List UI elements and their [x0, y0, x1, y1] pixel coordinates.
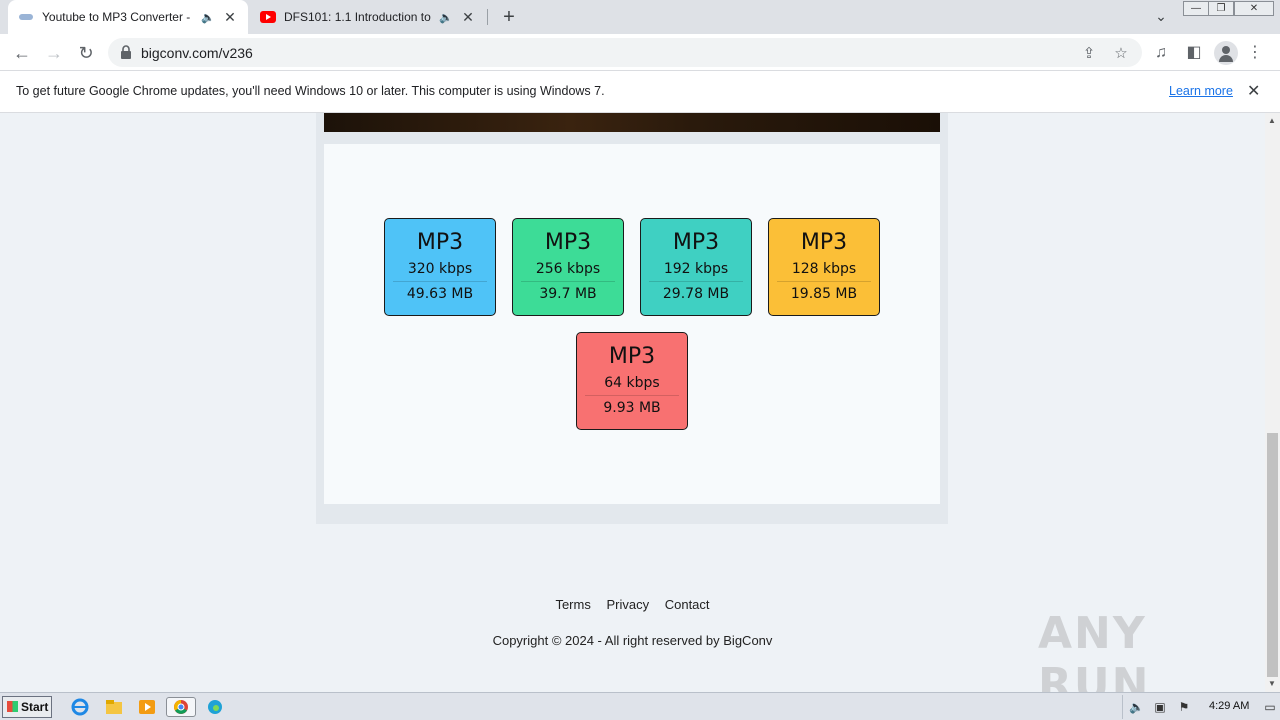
more-menu-icon[interactable]: ⋮	[1244, 42, 1266, 64]
scroll-down-icon[interactable]: ▼	[1268, 679, 1276, 688]
mp3-320-button[interactable]: MP3 320 kbps 49.63 MB	[384, 218, 496, 316]
format-name: MP3	[800, 230, 848, 255]
divider	[649, 281, 743, 282]
scrollbar-thumb[interactable]	[1267, 433, 1278, 677]
chrome-taskbar-icon[interactable]	[166, 697, 196, 717]
infobar-close-icon[interactable]: ✕	[1247, 81, 1260, 101]
divider	[393, 281, 487, 282]
learn-more-link[interactable]: Learn more	[1169, 84, 1233, 98]
tab-strip: Youtube to MP3 Converter - Fr 🔈 ✕ DFS101…	[0, 0, 1280, 34]
edge-icon[interactable]	[204, 697, 226, 717]
side-panel-icon[interactable]: ◧	[1183, 42, 1205, 64]
format-bitrate: 320 kbps	[407, 261, 473, 277]
file-explorer-icon[interactable]	[103, 697, 125, 717]
url-text[interactable]: bigconv.com/v236	[141, 45, 253, 61]
close-window-button[interactable]: ✕	[1234, 1, 1274, 16]
volume-icon[interactable]: 🔈	[1129, 700, 1144, 714]
anyrun-watermark: ANY RUN	[1038, 608, 1151, 692]
format-size: 19.85 MB	[790, 286, 858, 302]
tab-separator	[487, 9, 488, 25]
clock[interactable]: 4:29 AM	[1209, 700, 1249, 712]
divider	[585, 395, 679, 396]
download-card: MP3 320 kbps 49.63 MB MP3 256 kbps 39.7 …	[316, 113, 948, 524]
mp3-128-button[interactable]: MP3 128 kbps 19.85 MB	[768, 218, 880, 316]
format-size: 29.78 MB	[662, 286, 730, 302]
video-thumbnail	[324, 113, 940, 132]
format-name: MP3	[672, 230, 720, 255]
infobar-message: To get future Google Chrome updates, you…	[16, 84, 605, 98]
scroll-up-icon[interactable]: ▲	[1268, 116, 1276, 125]
format-name: MP3	[416, 230, 464, 255]
minimize-button[interactable]: —	[1183, 1, 1209, 16]
bigconv-favicon-icon	[18, 9, 34, 25]
action-center-flag-icon[interactable]: ⚑	[1177, 700, 1191, 714]
media-control-icon[interactable]: ♫	[1150, 42, 1172, 64]
audio-playing-icon[interactable]: 🔈	[200, 11, 216, 24]
tab-title: DFS101: 1.1 Introduction to dig	[284, 10, 432, 24]
tab-dfs101[interactable]: DFS101: 1.1 Introduction to dig 🔈 ✕	[250, 0, 486, 34]
format-size: 9.93 MB	[603, 400, 661, 416]
divider	[521, 281, 615, 282]
bookmark-star-icon[interactable]: ☆	[1112, 44, 1130, 62]
format-bitrate: 256 kbps	[535, 261, 601, 277]
address-bar[interactable]: bigconv.com/v236 ⇪ ☆	[108, 38, 1142, 67]
format-bitrate: 64 kbps	[604, 375, 660, 391]
back-icon[interactable]: ←	[10, 41, 34, 65]
divider	[777, 281, 871, 282]
page-scrollbar[interactable]: ▲ ▼	[1265, 113, 1280, 692]
contact-link[interactable]: Contact	[665, 597, 710, 612]
format-panel: MP3 320 kbps 49.63 MB MP3 256 kbps 39.7 …	[324, 144, 940, 504]
media-player-icon[interactable]	[136, 697, 158, 717]
system-tray: 🔈 ▣ ⚑ 4:29 AM ▭	[1122, 695, 1280, 719]
tab-close-icon[interactable]: ✕	[460, 9, 476, 26]
profile-avatar[interactable]	[1214, 41, 1238, 65]
mp3-192-button[interactable]: MP3 192 kbps 29.78 MB	[640, 218, 752, 316]
audio-playing-icon[interactable]: 🔈	[438, 11, 454, 24]
terms-link[interactable]: Terms	[555, 597, 590, 612]
windows-taskbar: Start 🔈 ▣ ⚑ 4:29 AM ▭	[0, 692, 1280, 720]
browser-toolbar: ← → ↻ bigconv.com/v236 ⇪ ☆ ♫ ◧ ⋮	[0, 34, 1280, 71]
page-viewport: MP3 320 kbps 49.63 MB MP3 256 kbps 39.7 …	[0, 113, 1265, 692]
share-icon[interactable]: ⇪	[1080, 44, 1098, 62]
tab-title: Youtube to MP3 Converter - Fr	[42, 10, 194, 24]
format-name: MP3	[608, 344, 656, 369]
mp3-256-button[interactable]: MP3 256 kbps 39.7 MB	[512, 218, 624, 316]
update-infobar: To get future Google Chrome updates, you…	[0, 71, 1280, 113]
format-name: MP3	[544, 230, 592, 255]
format-size: 39.7 MB	[539, 286, 597, 302]
tab-close-icon[interactable]: ✕	[222, 9, 238, 26]
youtube-favicon-icon	[260, 9, 276, 25]
mp3-64-button[interactable]: MP3 64 kbps 9.93 MB	[576, 332, 688, 430]
internet-explorer-icon[interactable]	[69, 697, 91, 717]
network-icon[interactable]: ▣	[1153, 700, 1167, 714]
new-tab-icon[interactable]: +	[498, 6, 520, 28]
format-bitrate: 128 kbps	[791, 261, 857, 277]
start-button[interactable]: Start	[2, 696, 52, 718]
tab-youtube-mp3[interactable]: Youtube to MP3 Converter - Fr 🔈 ✕	[8, 0, 248, 34]
restore-button[interactable]: ❐	[1208, 1, 1234, 16]
privacy-link[interactable]: Privacy	[606, 597, 649, 612]
format-size: 49.63 MB	[406, 286, 474, 302]
format-bitrate: 192 kbps	[663, 261, 729, 277]
lock-icon	[120, 45, 134, 59]
tab-search-icon[interactable]: ⌄	[1152, 8, 1170, 26]
forward-icon[interactable]: →	[42, 41, 66, 65]
show-desktop-icon[interactable]: ▭	[1263, 700, 1277, 714]
reload-icon[interactable]: ↻	[74, 41, 98, 65]
